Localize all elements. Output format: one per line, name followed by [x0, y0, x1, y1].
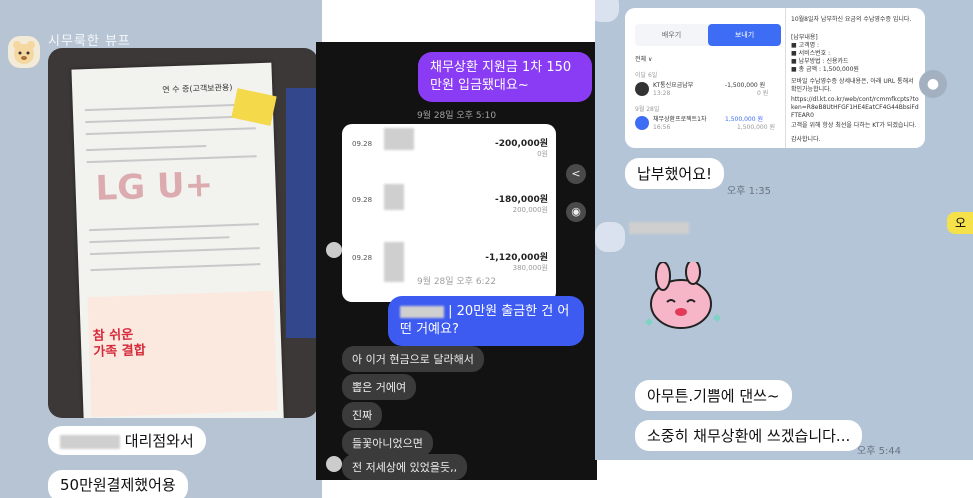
tx-balance: 1,500,000 원 [737, 124, 775, 131]
tx-amount: -1,120,000원 [485, 253, 548, 263]
divider [785, 8, 786, 148]
redacted-name [629, 222, 689, 234]
redacted-block [384, 128, 414, 150]
message-text: 50만원결제했어용 [60, 476, 176, 494]
received-message[interactable]: 전 저세상에 있었을듯,, [342, 454, 468, 480]
tx-balance: 0원 [537, 150, 548, 158]
notice-line: ■ 고객명 : [791, 42, 820, 49]
message-bubble[interactable]: 50만원결제했어용 [48, 470, 188, 498]
section-label: 9월 28일 [635, 106, 660, 113]
received-message[interactable]: 아 이거 현금으로 달라해서 [342, 346, 484, 372]
message-time: 오후 1:35 [727, 186, 772, 197]
sent-message[interactable]: | 20만원 출금한 건 어떤 거예요? [388, 296, 584, 346]
message-text: 아무튼.기쁨에 댄쓰~ [647, 387, 780, 405]
notice-footer: 고객을 위해 항상 최선을 다하는 KT가 되겠습니다. [791, 122, 917, 129]
document-photo[interactable]: 연 수 증(고객보관용) LG U+ 참 쉬운 가족 결합 [48, 48, 318, 418]
watermark-text: LG U+ [94, 164, 214, 209]
bear-avatar-icon [13, 41, 35, 64]
promo-text: 참 쉬운 가족 결합 [92, 327, 146, 361]
section-label: 이달 6일 [635, 72, 658, 79]
filter-select[interactable]: 전체 ∨ [635, 56, 652, 64]
chat-bubble-icon: ● [926, 76, 940, 92]
sender-avatar[interactable] [595, 0, 619, 22]
message-bubble[interactable]: 납부했어요! [625, 158, 725, 189]
notice-line: ■ 총 금액 : 1,500,000원 [791, 66, 859, 73]
tx-date: 09.28 [352, 254, 373, 262]
receiver-avatar[interactable] [326, 242, 342, 258]
tx-amount: -200,000원 [494, 139, 548, 149]
right-chat-panel: 배우기 보내기 전체 ∨ 이달 6일 KT통신요금납부 13:28 -1,500… [595, 0, 973, 460]
date-divider: 9월 28일 오후 6:22 [416, 277, 497, 287]
doc-header: 연 수 증(고객보관용) [162, 83, 233, 95]
share-button[interactable]: < [566, 164, 586, 184]
tab-send[interactable]: 보내기 [708, 24, 781, 46]
partial-bubble[interactable]: 오 [947, 212, 973, 234]
notice-title: 10월8일자 납부하신 요금의 수납영수증 입니다. [791, 16, 912, 23]
tx-amount: -1,500,000 원 [725, 82, 766, 89]
tab-receive[interactable]: 배우기 [635, 24, 708, 46]
receiver-avatar[interactable] [326, 456, 342, 472]
received-message[interactable]: 뽑은 거에여 [342, 374, 417, 400]
tx-name: KT통신요금납부 [653, 82, 694, 89]
tab-bar: 배우기 보내기 [635, 24, 781, 46]
tx-balance: 0 원 [757, 90, 769, 97]
camera-button[interactable]: ◉ [566, 202, 586, 222]
tx-time: 16:56 [653, 124, 671, 131]
message-bubble[interactable]: 대리점와서 [48, 426, 206, 455]
left-chat-panel: 시무룩한 뷰프 연 수 증(고객보관용) LG U+ 참 쉬운 가족 결합 대리… [0, 0, 322, 498]
tx-date: 09.28 [352, 140, 373, 148]
sender-avatar[interactable] [595, 222, 625, 252]
redacted-block [384, 184, 404, 210]
notice-body: 모바일 수납영수증 상세내용은, 아래 URL 통해서 확인가능합니다. [791, 78, 914, 93]
redacted-block [400, 305, 444, 318]
redacted-block [60, 434, 120, 449]
tx-date: 09.28 [352, 196, 373, 204]
tx-name: 채무상환프로젝트1차 [653, 116, 707, 123]
message-bubble[interactable]: 아무튼.기쁨에 댄쓰~ [635, 380, 792, 411]
notice-url[interactable]: https://dl.kt.co.kr/web/cont/rcmmfkcpts?… [791, 96, 921, 120]
middle-chat-panel: 채무상환 지원금 1차 150만원 입금됐대요~ 9월 28일 오후 5:10 … [316, 42, 597, 480]
camera-icon: ◉ [571, 205, 581, 218]
notice-line: ■ 납부방법 : 신용카드 [791, 58, 849, 65]
received-message[interactable]: 들꽃아니었으면 [342, 430, 433, 456]
share-icon: < [571, 167, 581, 180]
message-text: 소중히 채무상환에 쓰겠습니다... [647, 427, 851, 445]
tx-amount: -180,000원 [494, 195, 548, 205]
sender-name: 시무룩한 뷰프 [48, 34, 131, 49]
notice-line: ■ 서비스번호 : [791, 50, 831, 57]
received-message[interactable]: 진짜 [342, 402, 383, 428]
tx-balance: 380,000원 [512, 264, 548, 272]
sender-avatar[interactable] [8, 36, 40, 68]
tx-time: 13:28 [653, 90, 671, 97]
notice-thanks: 감사합니다. [791, 136, 821, 143]
message-text: 대리점와서 [124, 432, 194, 450]
bunny-sticker-icon [645, 262, 721, 329]
date-divider: 9월 28일 오후 5:10 [416, 111, 497, 121]
notice-line: [납부내용] [791, 34, 818, 41]
bank-screenshot-image[interactable]: 배우기 보내기 전체 ∨ 이달 6일 KT통신요금납부 13:28 -1,500… [625, 8, 925, 148]
tx-amount: 1,500,000 원 [725, 116, 763, 123]
deposit-icon [635, 116, 649, 130]
sent-message[interactable]: 채무상환 지원금 1차 150만원 입금됐대요~ [418, 52, 592, 102]
background-object [286, 88, 318, 338]
kt-logo-icon [635, 82, 649, 96]
message-text: 납부했어요! [637, 165, 713, 183]
tx-balance: 200,000원 [512, 206, 548, 214]
share-button[interactable]: ● [919, 70, 947, 98]
message-bubble[interactable]: 소중히 채무상환에 쓰겠습니다... [635, 420, 863, 451]
message-time: 오후 5:44 [857, 446, 902, 457]
